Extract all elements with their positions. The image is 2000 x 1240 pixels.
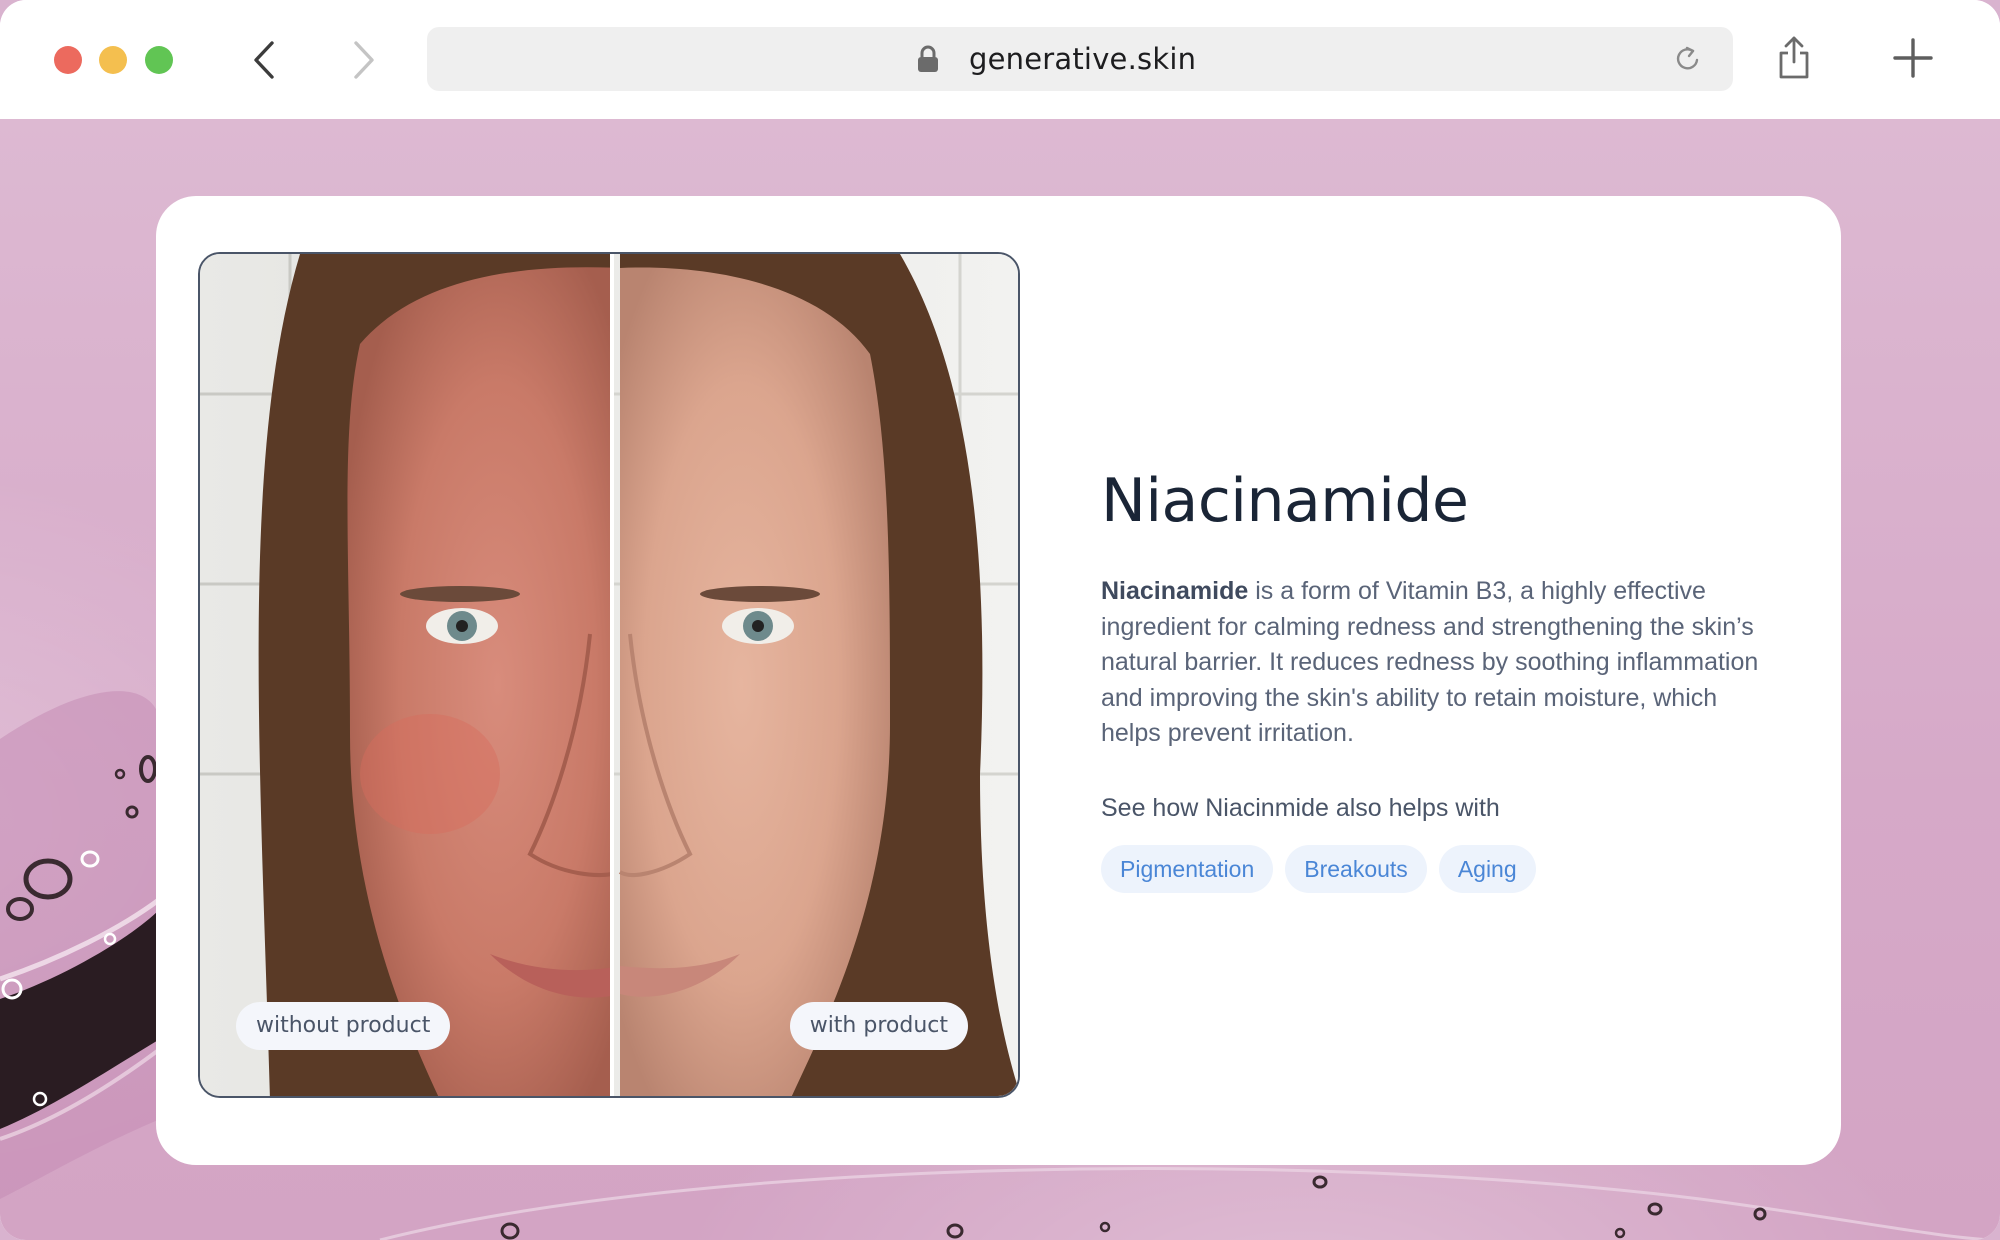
back-button[interactable] xyxy=(242,38,286,82)
share-icon[interactable] xyxy=(1777,36,1811,80)
tag-aging[interactable]: Aging xyxy=(1438,844,1536,893)
address-bar[interactable]: generative.skin xyxy=(427,27,1733,91)
address-url: generative.skin xyxy=(969,42,1197,76)
with-product-label: with product xyxy=(789,1002,968,1050)
reload-icon[interactable] xyxy=(1673,43,1703,75)
ingredient-title: Niacinamide xyxy=(1101,466,1469,536)
comparison-slider-handle[interactable] xyxy=(610,254,614,1096)
ingredient-card: without product with product Niacinamide… xyxy=(156,196,1841,1165)
ingredient-description: Niacinamide is a form of Vitamin B3, a h… xyxy=(1101,574,1761,752)
browser-toolbar: generative.skin xyxy=(0,0,2000,119)
chevron-right-icon xyxy=(354,41,374,79)
plus-icon[interactable] xyxy=(1893,38,1933,78)
page-viewport[interactable]: without product with product Niacinamide… xyxy=(0,119,2000,1240)
forward-button[interactable] xyxy=(342,38,386,82)
tag-breakouts[interactable]: Breakouts xyxy=(1285,844,1427,893)
minimize-window-button[interactable] xyxy=(99,46,127,74)
without-product-label: without product xyxy=(236,1002,451,1050)
before-after-comparison[interactable]: without product with product xyxy=(198,252,1020,1098)
browser-window: generative.skin without product with pro… xyxy=(0,0,2000,1240)
helps-with-label: See how Niacinmide also helps with xyxy=(1101,793,1500,822)
concern-tags: Pigmentation Breakouts Aging xyxy=(1101,844,1781,893)
tag-pigmentation[interactable]: Pigmentation xyxy=(1101,844,1274,893)
maximize-window-button[interactable] xyxy=(145,46,173,74)
ingredient-description-bold: Niacinamide xyxy=(1101,577,1249,605)
lock-icon xyxy=(918,45,938,72)
chevron-left-icon xyxy=(254,41,274,79)
close-window-button[interactable] xyxy=(54,46,82,74)
ingredient-info: Niacinamide Niacinamide is a form of Vit… xyxy=(1101,466,1781,893)
